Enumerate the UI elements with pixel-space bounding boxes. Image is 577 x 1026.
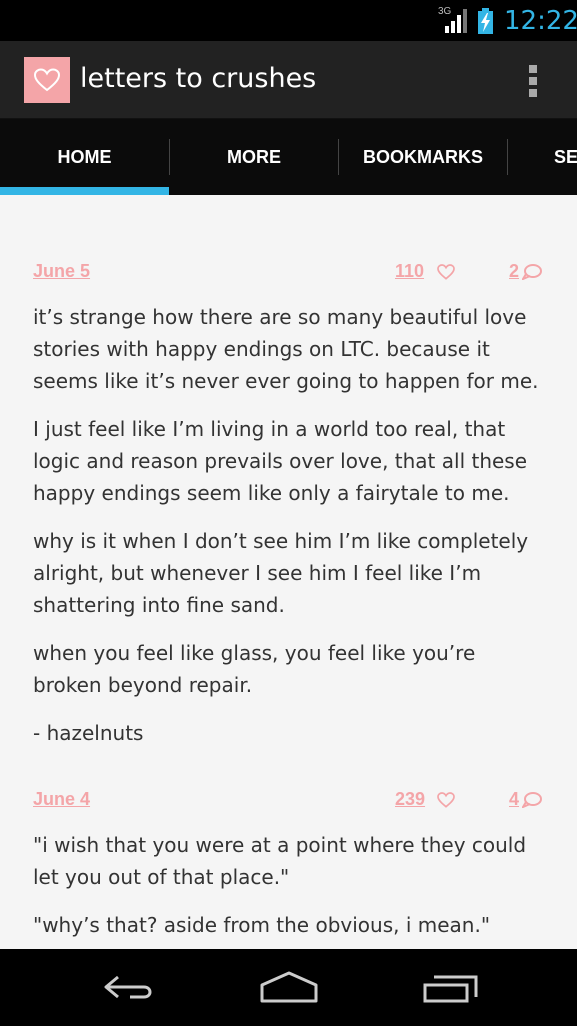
post-meta: June 4 239 4 xyxy=(33,789,544,829)
post-list[interactable]: June 5 110 2 it’s strange how there are … xyxy=(0,195,577,949)
overflow-menu-icon[interactable] xyxy=(526,63,540,99)
post-likes-count[interactable]: 110 xyxy=(395,261,424,282)
post-date[interactable]: June 4 xyxy=(33,789,90,810)
app-title: letters to crushes xyxy=(80,63,317,94)
heart-icon xyxy=(34,68,60,92)
home-icon[interactable] xyxy=(258,967,320,1007)
like-heart-icon[interactable] xyxy=(437,792,455,808)
post-paragraph: why is it when I don’t see him I’m like … xyxy=(33,529,529,617)
post-comments-count[interactable]: 4 xyxy=(509,789,519,810)
post: June 4 239 4 "i wish that you were at a … xyxy=(0,789,577,941)
post-paragraph: I just feel like I’m living in a world t… xyxy=(33,417,528,505)
post-paragraph: "i wish that you were at a point where t… xyxy=(33,833,527,889)
post-meta: June 5 110 2 xyxy=(33,261,544,301)
like-heart-icon[interactable] xyxy=(437,264,455,280)
action-bar: letters to crushes xyxy=(0,41,577,119)
battery-charging-icon xyxy=(478,8,493,34)
tab-search[interactable]: SE xyxy=(554,119,577,195)
app-icon[interactable] xyxy=(24,57,70,103)
tab-home[interactable]: HOME xyxy=(0,119,169,195)
signal-icon xyxy=(445,9,467,33)
post-date[interactable]: June 5 xyxy=(33,261,90,282)
comment-bubble-icon[interactable] xyxy=(522,264,542,280)
post-comments-count[interactable]: 2 xyxy=(509,261,519,282)
post: June 5 110 2 it’s strange how there are … xyxy=(0,261,577,749)
post-paragraph: when you feel like glass, you feel like … xyxy=(33,641,476,697)
tab-bookmarks[interactable]: BOOKMARKS xyxy=(339,119,507,195)
post-paragraph: "why’s that? aside from the obvious, i m… xyxy=(33,913,491,937)
comment-bubble-icon[interactable] xyxy=(522,792,542,808)
back-icon[interactable] xyxy=(100,967,158,1007)
recent-apps-icon[interactable] xyxy=(420,967,480,1007)
post-paragraph: it’s strange how there are so many beaut… xyxy=(33,305,539,393)
tab-more[interactable]: MORE xyxy=(170,119,338,195)
post-signature: - hazelnuts xyxy=(33,721,144,745)
status-bar: 3G 12:22 xyxy=(0,0,577,41)
system-nav-bar xyxy=(0,949,577,1026)
status-time: 12:22 xyxy=(504,6,577,36)
tab-bar: HOME MORE BOOKMARKS SE xyxy=(0,119,577,195)
tab-selected-indicator xyxy=(0,187,169,195)
tab-divider xyxy=(507,139,508,175)
post-likes-count[interactable]: 239 xyxy=(395,789,425,810)
